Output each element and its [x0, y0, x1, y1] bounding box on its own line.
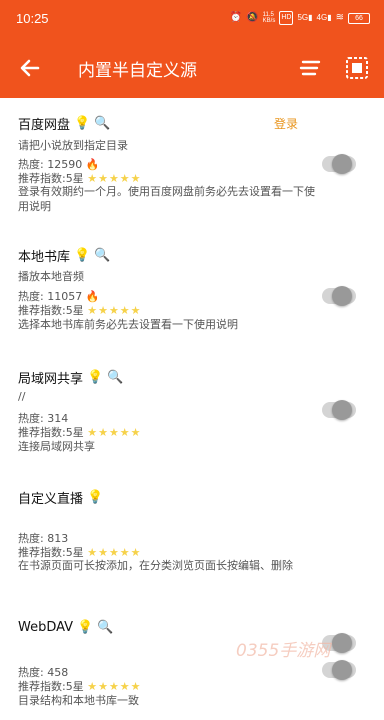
list-item[interactable]: 自定义直播 💡 热度: 813 推荐指数:5星 ★★★★★ 在书源页面可长按添加… [0, 474, 384, 653]
4g-icon: 4G▮ [316, 13, 332, 22]
speed-icon: 11.5 KB/s [262, 12, 276, 24]
source-description: 播放本地音频 [18, 270, 84, 283]
5g-icon: 5G▮ [297, 13, 313, 22]
source-description: 请把小说放到指定目录 [18, 139, 128, 152]
source-name: WebDAV [18, 620, 74, 635]
back-arrow-icon[interactable] [16, 54, 44, 82]
list-item[interactable]: WebDAV 💡 🔍 热度: 458 推荐指数:5星 ★★★★★ 目录结构和本地… [0, 606, 384, 720]
select-all-icon[interactable] [344, 55, 370, 81]
bulb-search-icons: 💡 🔍 [74, 116, 111, 131]
app-bar: 内置半自定义源 [0, 36, 384, 98]
source-note: 目录结构和本地书库一致 [18, 694, 139, 707]
status-time: 10:25 [16, 11, 49, 26]
list-item[interactable]: 本地书库 💡 🔍 播放本地音频 热度: 11057 🔥 推荐指数:5星 ★★★★… [0, 226, 384, 350]
wifi-icon: ≋ [335, 12, 344, 23]
enable-toggle[interactable] [322, 154, 356, 174]
item-title: 自定义直播 💡 [18, 488, 103, 507]
item-title: 本地书库 💡 🔍 [18, 246, 111, 265]
item-title: WebDAV 💡 🔍 [18, 620, 114, 635]
hd-icon: HD [279, 11, 294, 25]
page-title: 内置半自定义源 [78, 61, 197, 81]
source-name: 百度网盘 [18, 118, 71, 133]
enable-toggle[interactable] [322, 286, 356, 306]
source-name: 局域网共享 [18, 372, 84, 387]
source-note: 在书源页面可长按添加，在分类浏览页面长按编辑、删除 [18, 559, 293, 572]
star-icons: ★★★★★ [87, 426, 142, 439]
battery-icon: 66 [348, 12, 370, 24]
toggle-knob [332, 660, 352, 680]
bulb-search-icons: 💡 🔍 [77, 620, 114, 635]
source-name: 本地书库 [18, 250, 71, 265]
source-note: 登录有效期约一个月。使用百度网盘前务必先去设置看一下使用说明 [18, 185, 315, 213]
mute-icon: 🔕 [246, 12, 259, 23]
list-item[interactable]: 局域网共享 💡 🔍 // 热度: 314 推荐指数:5星 ★★★★★ 连接局域网… [0, 350, 384, 474]
toggle-knob [332, 154, 352, 174]
alarm-icon: ⏰ [229, 12, 243, 23]
toggle-knob [332, 286, 352, 306]
list-item[interactable]: 百度网盘 💡 🔍 登录 请把小说放到指定目录 热度: 12590 🔥 推荐指数:… [0, 98, 384, 226]
sort-icon[interactable] [298, 56, 324, 80]
enable-toggle[interactable] [322, 660, 356, 680]
source-name: 自定义直播 [18, 492, 84, 507]
watermark: 0355手游网 [236, 641, 331, 661]
item-title: 百度网盘 💡 🔍 [18, 114, 111, 133]
bulb-icon: 💡 [87, 490, 104, 505]
bulb-search-icons: 💡 🔍 [87, 370, 124, 385]
login-link[interactable]: 登录 [274, 115, 298, 132]
source-note: 连接局域网共享 [18, 440, 95, 453]
source-note: 选择本地书库前务必先去设置看一下使用说明 [18, 318, 238, 331]
bulb-search-icons: 💡 🔍 [74, 248, 111, 263]
enable-toggle[interactable] [322, 400, 356, 420]
item-title: 局域网共享 💡 🔍 [18, 368, 124, 387]
source-description: // [18, 390, 26, 403]
status-bar: 10:25 ⏰ 🔕 11.5 KB/s HD 5G▮ 4G▮ ≋ 66 [0, 0, 384, 36]
toggle-knob [332, 400, 352, 420]
status-icons: ⏰ 🔕 11.5 KB/s HD 5G▮ 4G▮ ≋ 66 [230, 11, 370, 25]
